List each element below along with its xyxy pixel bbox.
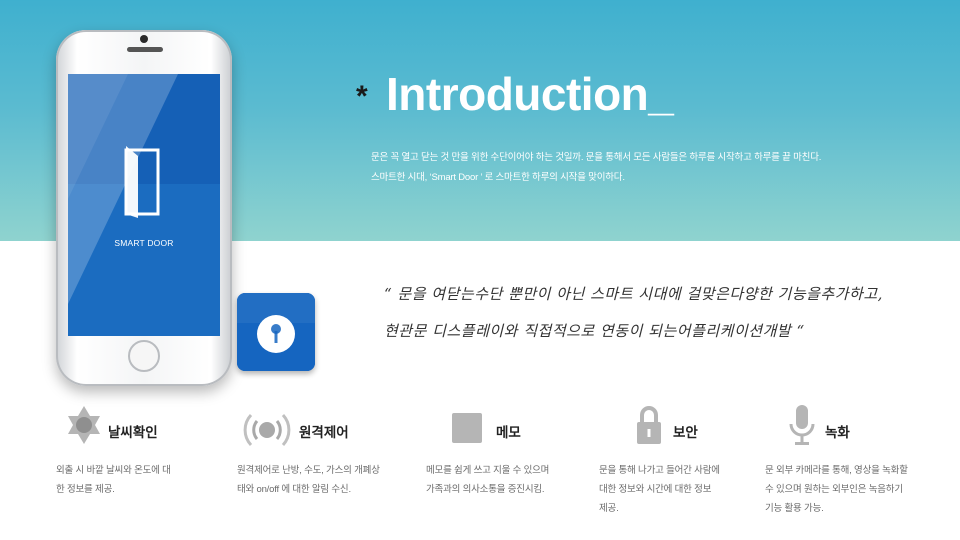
smart-door-label: SMART DOOR: [114, 238, 174, 248]
feature-description: 외출 시 바깥 날씨와 온도에 대 한 정보를 제공.: [56, 461, 171, 499]
feature-title: 날씨확인: [108, 425, 158, 440]
feature-description: 원격제어로 난방, 수도, 가스의 개폐상 태와 on/off 에 대한 알림 …: [237, 461, 380, 499]
title-asterisk: *: [356, 80, 368, 113]
feature-title: 메모: [496, 425, 521, 440]
feature-desc-line: 기능 활용 가능.: [765, 503, 824, 514]
feature-desc-line: 원격제어로 난방, 수도, 가스의 개폐상: [237, 465, 380, 476]
feature-desc-line: 문 외부 카메라를 통해, 영상을 녹화할: [765, 465, 908, 476]
feature-desc-line: 메모를 쉽게 쓰고 지울 수 있으며: [426, 465, 550, 476]
feature-desc-line: 제공.: [599, 503, 619, 514]
sun-icon: [68, 406, 100, 444]
signal-icon: [243, 413, 291, 447]
feature-header: 보안: [599, 402, 774, 458]
phone-screen: SMART DOOR: [68, 74, 220, 336]
feature-header: 날씨확인: [56, 402, 231, 458]
feature-header: 녹화: [765, 402, 940, 458]
feature-desc-line: 수 있으며 원하는 외부인은 녹음하기: [765, 484, 903, 495]
app-icon[interactable]: [237, 293, 315, 371]
keyhole-icon: [237, 293, 315, 371]
quote-line-1: “ 문을 여닫는수단 뿐만이 아닌 스마트 시대에 걸맞은다양한 기능을추가하고…: [384, 285, 883, 303]
feature-title: 원격제어: [299, 425, 349, 440]
feature-desc-line: 한 정보를 제공.: [56, 484, 115, 495]
feature-title: 보안: [673, 425, 698, 440]
feature-description: 문을 통해 나가고 들어간 사람에 대한 정보와 시간에 대한 정보 제공.: [599, 461, 720, 518]
intro-line-2: 스마트한 시대, ‘Smart Door ’ 로 스마트한 하루의 시작을 맞이…: [371, 172, 625, 183]
page-title: Introduction_: [386, 68, 674, 120]
feature-description: 문 외부 카메라를 통해, 영상을 녹화할 수 있으며 원하는 외부인은 녹음하…: [765, 461, 908, 518]
feature-desc-line: 문을 통해 나가고 들어간 사람에: [599, 465, 720, 476]
door-icon[interactable]: [122, 144, 162, 220]
memo-icon: [452, 413, 482, 443]
feature-desc-line: 대한 정보와 시간에 대한 정보: [599, 484, 712, 495]
feature-desc-line: 가족과의 의사소통을 증진시킴.: [426, 484, 545, 495]
intro-line-1: 문은 꼭 열고 닫는 것 만을 위한 수단이어야 하는 것일까. 문을 통해서 …: [371, 152, 822, 163]
phone-camera: [140, 35, 148, 43]
feature-description: 메모를 쉽게 쓰고 지울 수 있으며 가족과의 의사소통을 증진시킴.: [426, 461, 549, 499]
phone-speaker: [127, 47, 163, 52]
feature-title: 녹화: [825, 425, 850, 440]
quote-line-2: 현관문 디스플레이와 직접적으로 연동이 되는어플리케이션개발 “: [384, 322, 805, 340]
phone-mockup: SMART DOOR: [56, 30, 232, 386]
home-button[interactable]: [128, 340, 160, 372]
feature-header: 원격제어: [237, 402, 412, 458]
intro-paragraph: 문은 꼭 열고 닫는 것 만을 위한 수단이어야 하는 것일까. 문을 통해서 …: [371, 148, 931, 188]
microphone-icon: [789, 405, 815, 445]
feature-desc-line: 외출 시 바깥 날씨와 온도에 대: [56, 465, 171, 476]
feature-desc-line: 태와 on/off 에 대한 알림 수신.: [237, 484, 351, 495]
feature-header: 메모: [426, 402, 601, 458]
lock-icon: [637, 406, 661, 444]
